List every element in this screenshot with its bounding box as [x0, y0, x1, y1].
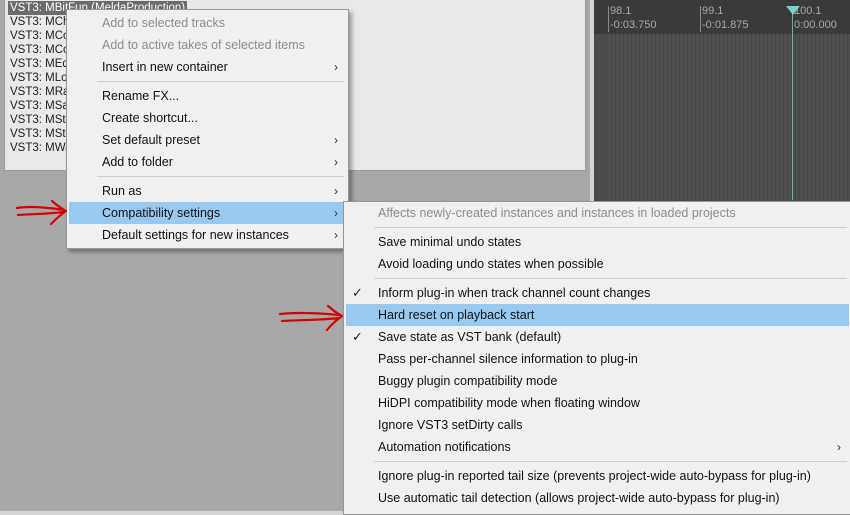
playhead-line[interactable]: [792, 8, 793, 200]
menu-item-inform-channel-count[interactable]: ✓ Inform plug-in when track channel coun…: [346, 282, 849, 304]
menu-item-save-minimal-undo[interactable]: Save minimal undo states: [346, 231, 849, 253]
fx-list-item[interactable]: VST3: MSte: [8, 113, 74, 127]
menu-item-run-as[interactable]: Run as ›: [69, 180, 346, 202]
chevron-right-icon: ›: [334, 155, 338, 169]
menu-item-ignore-tail-size[interactable]: Ignore plug-in reported tail size (preve…: [346, 465, 849, 487]
menu-item-add-to-active-takes[interactable]: Add to active takes of selected items: [69, 34, 346, 56]
playhead-marker-icon[interactable]: [786, 6, 800, 15]
red-arrow-icon: [278, 304, 344, 332]
menu-separator: [97, 81, 344, 82]
fx-list-item[interactable]: VST3: MSat: [8, 99, 74, 113]
menu-item-save-state-vst-bank[interactable]: ✓ Save state as VST bank (default): [346, 326, 849, 348]
ruler-time-label: 0:00.000: [794, 19, 837, 31]
timeline-ruler[interactable]: 98.1 -0:03.750 99.1 -0:01.875 100.1 0:00…: [594, 0, 850, 34]
ruler-bar-label: 98.1: [610, 5, 632, 17]
menu-separator: [97, 176, 344, 177]
menu-item-hidpi-compat[interactable]: HiDPI compatibility mode when floating w…: [346, 392, 849, 414]
menu-item-add-to-selected-tracks[interactable]: Add to selected tracks: [69, 12, 346, 34]
menu-item-hard-reset-on-playback[interactable]: Hard reset on playback start: [346, 304, 849, 326]
ruler-time-label: -0:01.875: [702, 19, 749, 31]
fx-context-menu: Add to selected tracks Add to active tak…: [66, 9, 349, 249]
fx-list-item[interactable]: VST3: MSte: [8, 127, 74, 141]
menu-item-ignore-vst3-setdirty[interactable]: Ignore VST3 setDirty calls: [346, 414, 849, 436]
menu-item-compatibility-settings[interactable]: Compatibility settings ›: [69, 202, 346, 224]
menu-item-automation-notifications[interactable]: Automation notifications ›: [346, 436, 849, 458]
menu-item-avoid-loading-undo[interactable]: Avoid loading undo states when possible: [346, 253, 849, 275]
track-area[interactable]: [608, 34, 850, 200]
chevron-right-icon: ›: [334, 184, 338, 198]
menu-item-rename-fx[interactable]: Rename FX...: [69, 85, 346, 107]
checkmark-icon: ✓: [352, 285, 363, 300]
menu-item-set-default-preset[interactable]: Set default preset ›: [69, 129, 346, 151]
ruler-bar-label: 99.1: [702, 5, 724, 17]
menu-item-default-settings-new-instances[interactable]: Default settings for new instances ›: [69, 224, 346, 246]
menu-item-create-shortcut[interactable]: Create shortcut...: [69, 107, 346, 129]
menu-separator: [374, 227, 847, 228]
fx-list-item[interactable]: VST3: MWa: [8, 141, 74, 155]
menu-item-insert-in-new-container[interactable]: Insert in new container ›: [69, 56, 346, 78]
chevron-right-icon: ›: [837, 440, 841, 454]
menu-item-automatic-tail-detection[interactable]: Use automatic tail detection (allows pro…: [346, 487, 849, 509]
menu-separator: [374, 461, 847, 462]
chevron-right-icon: ›: [334, 206, 338, 220]
submenu-info-text: Affects newly-created instances and inst…: [378, 206, 736, 220]
menu-item-buggy-plugin-mode[interactable]: Buggy plugin compatibility mode: [346, 370, 849, 392]
chevron-right-icon: ›: [334, 60, 338, 74]
checkmark-icon: ✓: [352, 329, 363, 344]
chevron-right-icon: ›: [334, 228, 338, 242]
menu-item-pass-silence-info[interactable]: Pass per-channel silence information to …: [346, 348, 849, 370]
menu-separator: [374, 278, 847, 279]
ruler-time-label: -0:03.750: [610, 19, 657, 31]
menu-item-add-to-folder[interactable]: Add to folder ›: [69, 151, 346, 173]
fx-list-item[interactable]: VST3: MRat: [8, 85, 75, 99]
red-arrow-icon: [15, 199, 68, 226]
chevron-right-icon: ›: [334, 133, 338, 147]
compatibility-submenu: Affects newly-created instances and inst…: [343, 201, 850, 515]
